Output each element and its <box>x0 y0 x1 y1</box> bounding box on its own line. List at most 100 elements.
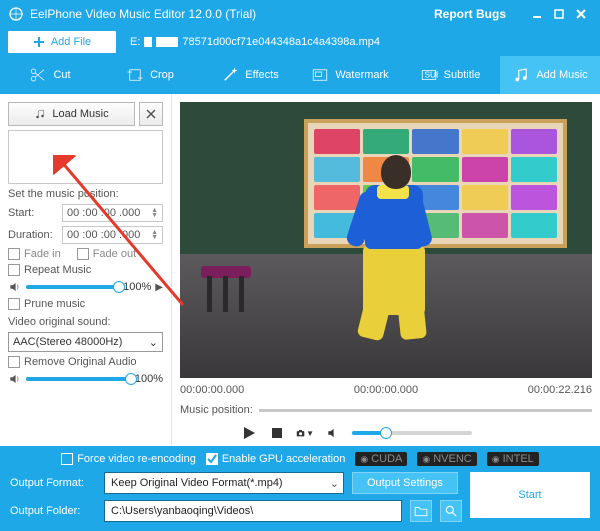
prune-music-checkbox[interactable]: Prune music <box>8 298 163 310</box>
chevron-down-icon: ▼ <box>306 429 314 438</box>
checkbox-icon <box>77 248 89 260</box>
subtitle-icon: SUB <box>420 66 438 84</box>
output-format-label: Output Format: <box>10 477 96 489</box>
wand-icon <box>221 66 239 84</box>
scissors-icon <box>29 66 47 84</box>
tab-effects[interactable]: Effects <box>200 56 300 94</box>
play-icon[interactable]: ▶ <box>155 282 163 293</box>
force-reencode-checkbox[interactable]: Force video re-encoding <box>61 453 196 465</box>
app-title: EelPhone Video Music Editor 12.0.0 (Tria… <box>30 7 434 21</box>
timeline-end: 00:00:22.216 <box>528 384 592 396</box>
fade-out-checkbox[interactable]: Fade out <box>77 248 136 260</box>
prune-music-label: Prune music <box>24 298 85 310</box>
music-position-track[interactable] <box>259 409 592 412</box>
tab-watermark-label: Watermark <box>335 69 388 81</box>
spinner-icon[interactable]: ▲▼ <box>151 208 158 218</box>
music-list[interactable] <box>8 130 163 184</box>
content-area: Load Music Set the music position: Start… <box>0 94 600 446</box>
close-button[interactable] <box>570 3 592 25</box>
file-prefix: E: <box>130 36 140 48</box>
music-note-icon <box>512 66 530 84</box>
fade-in-checkbox[interactable]: Fade in <box>8 248 61 260</box>
load-music-label: Load Music <box>52 108 108 120</box>
set-position-label: Set the music position: <box>8 188 163 200</box>
play-button[interactable] <box>240 424 258 442</box>
start-label: Start: <box>8 207 56 219</box>
spinner-icon[interactable]: ▲▼ <box>151 230 158 240</box>
right-panel: 00:00:00.000 00:00:00.000 00:00:22.216 M… <box>172 94 600 446</box>
output-format-select[interactable]: Keep Original Video Format(*.mp4) ⌄ <box>104 472 344 494</box>
duration-label: Duration: <box>8 229 56 241</box>
report-bugs-link[interactable]: Report Bugs <box>434 7 506 21</box>
intel-badge: ◉ INTEL <box>487 452 539 466</box>
start-label: Start <box>518 489 541 501</box>
chevron-down-icon: ⌄ <box>330 477 339 490</box>
tab-subtitle[interactable]: SUB Subtitle <box>400 56 500 94</box>
tab-watermark[interactable]: Watermark <box>300 56 400 94</box>
load-music-button[interactable]: Load Music <box>8 102 135 126</box>
nvenc-badge: ◉ NVENC <box>417 452 476 466</box>
watermark-icon <box>311 66 329 84</box>
close-icon <box>146 109 156 119</box>
start-time-input[interactable]: 00 :00 :00 .000 ▲▼ <box>62 204 163 222</box>
checkbox-icon <box>8 264 20 276</box>
fade-out-label: Fade out <box>93 248 136 260</box>
tab-bar: Cut Crop Effects Watermark SUB Subtitle … <box>0 56 600 94</box>
file-bar: Add File E: 78571d00cf71e044348a1c4a4398… <box>0 28 600 56</box>
file-name: 78571d00cf71e044348a1c4a4398a.mp4 <box>182 36 380 48</box>
browse-folder-button[interactable] <box>440 500 462 522</box>
tab-add-music[interactable]: Add Music <box>500 56 600 94</box>
tab-cut[interactable]: Cut <box>0 56 100 94</box>
output-settings-button[interactable]: Output Settings <box>352 472 458 494</box>
tab-add-music-label: Add Music <box>536 69 587 81</box>
file-info: E: 78571d00cf71e044348a1c4a4398a.mp4 <box>130 36 380 48</box>
checkbox-icon <box>8 298 20 310</box>
orig-volume-slider[interactable] <box>26 377 131 381</box>
open-folder-button[interactable] <box>410 500 432 522</box>
orig-sound-select[interactable]: AAC(Stereo 48000Hz) ⌄ <box>8 332 163 352</box>
preview-volume-slider[interactable] <box>352 431 472 435</box>
checkbox-checked-icon <box>206 453 218 465</box>
video-preview[interactable] <box>180 102 592 378</box>
tab-subtitle-label: Subtitle <box>444 69 481 81</box>
orig-sound-label: Video original sound: <box>8 316 163 328</box>
speaker-icon <box>8 280 22 294</box>
checkbox-icon <box>61 453 73 465</box>
timeline-start: 00:00:00.000 <box>180 384 244 396</box>
duration-time-value: 00 :00 :00 .000 <box>67 229 140 241</box>
tab-cut-label: Cut <box>53 69 70 81</box>
orig-volume-value: 100% <box>135 373 163 385</box>
add-file-button[interactable]: Add File <box>8 31 116 53</box>
playback-controls: ▼ <box>180 424 592 442</box>
remove-audio-checkbox[interactable]: Remove Original Audio <box>8 356 163 368</box>
gpu-accel-checkbox[interactable]: Enable GPU acceleration <box>206 453 346 465</box>
music-volume-value: 100% <box>123 281 151 293</box>
stop-button[interactable] <box>268 424 286 442</box>
music-position-label: Music position: <box>180 404 253 416</box>
start-time-value: 00 :00 :00 .000 <box>67 207 140 219</box>
snapshot-button[interactable]: ▼ <box>296 424 314 442</box>
output-settings-label: Output Settings <box>367 477 443 489</box>
output-folder-input[interactable]: C:\Users\yanbaoqing\Videos\ <box>104 500 402 522</box>
repeat-music-checkbox[interactable]: Repeat Music <box>8 264 163 276</box>
cuda-badge: ◉ CUDA <box>355 452 407 466</box>
timeline[interactable]: 00:00:00.000 00:00:00.000 00:00:22.216 <box>180 384 592 396</box>
add-file-label: Add File <box>51 36 91 48</box>
plus-icon <box>33 36 45 48</box>
minimize-button[interactable] <box>526 3 548 25</box>
orig-sound-value: AAC(Stereo 48000Hz) <box>13 336 122 348</box>
chevron-down-icon: ⌄ <box>149 336 158 349</box>
app-logo-icon <box>8 6 24 22</box>
start-button[interactable]: Start <box>470 472 590 518</box>
duration-time-input[interactable]: 00 :00 :00 .000 ▲▼ <box>62 226 163 244</box>
output-folder-value: C:\Users\yanbaoqing\Videos\ <box>111 505 253 517</box>
mute-button[interactable] <box>324 424 342 442</box>
maximize-button[interactable] <box>548 3 570 25</box>
music-volume-slider[interactable] <box>26 285 119 289</box>
output-format-value: Keep Original Video Format(*.mp4) <box>111 477 283 489</box>
footer: Force video re-encoding Enable GPU accel… <box>0 446 600 531</box>
remove-audio-label: Remove Original Audio <box>24 356 137 368</box>
clear-music-button[interactable] <box>139 102 163 126</box>
preview-scene <box>180 102 592 378</box>
tab-crop[interactable]: Crop <box>100 56 200 94</box>
